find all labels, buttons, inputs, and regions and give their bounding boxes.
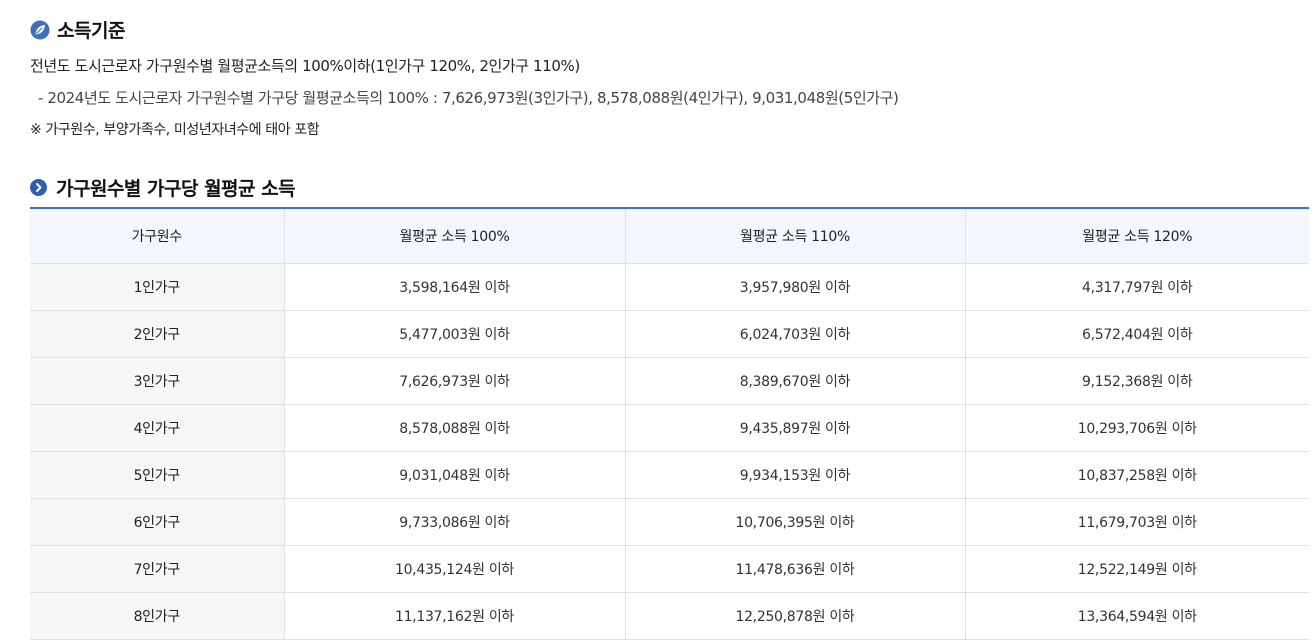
household-size-cell: 4인가구 [30, 404, 284, 452]
income-100-cell: 10,435,124원 이하 [283, 545, 625, 593]
table-row: 8인가구 11,137,162원 이하 12,250,878원 이하 13,36… [30, 592, 1309, 640]
income-100-cell: 5,477,003원 이하 [283, 310, 625, 358]
income-110-cell: 9,934,153원 이하 [624, 451, 965, 499]
column-header-income-110: 월평균 소득 110% [624, 208, 965, 264]
household-size-cell: 1인가구 [30, 263, 284, 311]
criteria-description: 전년도 도시근로자 가구원수별 월평균소득의 100%이하(1인가구 120%,… [30, 57, 580, 75]
column-header-income-120: 월평균 소득 120% [964, 208, 1309, 264]
income-120-cell: 4,317,797원 이하 [964, 263, 1309, 311]
criteria-note: ※ 가구원수, 부양가족수, 미성년자녀수에 태아 포함 [30, 122, 320, 138]
table-row: 4인가구 8,578,088원 이하 9,435,897원 이하 10,293,… [30, 404, 1309, 452]
income-100-cell: 9,733,086원 이하 [283, 498, 625, 546]
household-size-cell: 2인가구 [30, 310, 284, 358]
income-120-cell: 13,364,594원 이하 [964, 592, 1309, 640]
income-100-cell: 8,578,088원 이하 [283, 404, 625, 452]
income-100-cell: 9,031,048원 이하 [283, 451, 625, 499]
income-110-cell: 3,957,980원 이하 [624, 263, 965, 311]
household-size-cell: 6인가구 [30, 498, 284, 546]
income-100-cell: 7,626,973원 이하 [283, 357, 625, 405]
income-110-cell: 8,389,670원 이하 [624, 357, 965, 405]
income-120-cell: 6,572,404원 이하 [964, 310, 1309, 358]
income-120-cell: 12,522,149원 이하 [964, 545, 1309, 593]
income-table: 가구원수 월평균 소득 100% 월평균 소득 110% 월평균 소득 120%… [30, 207, 1309, 640]
section-title: 가구원수별 가구당 월평균 소득 [56, 178, 296, 200]
column-header-household-size: 가구원수 [30, 208, 284, 264]
household-size-cell: 8인가구 [30, 592, 284, 640]
income-100-cell: 11,137,162원 이하 [283, 592, 625, 640]
table-row: 3인가구 7,626,973원 이하 8,389,670원 이하 9,152,3… [30, 357, 1309, 405]
table-row: 7인가구 10,435,124원 이하 11,478,636원 이하 12,52… [30, 545, 1309, 593]
income-110-cell: 6,024,703원 이하 [624, 310, 965, 358]
income-criteria-page: 소득기준 전년도 도시근로자 가구원수별 월평균소득의 100%이하(1인가구 … [0, 0, 1316, 642]
table-row: 6인가구 9,733,086원 이하 10,706,395원 이하 11,679… [30, 498, 1309, 546]
criteria-detail: - 2024년도 도시근로자 가구원수별 가구당 월평균소득의 100% : 7… [38, 89, 899, 107]
table-row: 1인가구 3,598,164원 이하 3,957,980원 이하 4,317,7… [30, 263, 1309, 311]
household-size-cell: 3인가구 [30, 357, 284, 405]
income-110-cell: 9,435,897원 이하 [624, 404, 965, 452]
section-title: 소득기준 [57, 20, 125, 42]
table-header-row: 가구원수 월평균 소득 100% 월평균 소득 110% 월평균 소득 120% [30, 208, 1309, 264]
section-heading-income-table: 가구원수별 가구당 월평균 소득 [30, 174, 296, 201]
household-size-cell: 5인가구 [30, 451, 284, 499]
household-size-cell: 7인가구 [30, 545, 284, 593]
income-110-cell: 11,478,636원 이하 [624, 545, 965, 593]
income-120-cell: 10,293,706원 이하 [964, 404, 1309, 452]
income-120-cell: 10,837,258원 이하 [964, 451, 1309, 499]
income-120-cell: 9,152,368원 이하 [964, 357, 1309, 405]
circle-arrow-icon [30, 179, 47, 196]
column-header-income-100: 월평균 소득 100% [283, 208, 625, 264]
table-row: 5인가구 9,031,048원 이하 9,934,153원 이하 10,837,… [30, 451, 1309, 499]
income-100-cell: 3,598,164원 이하 [283, 263, 625, 311]
leaf-icon [30, 20, 50, 40]
income-110-cell: 12,250,878원 이하 [624, 592, 965, 640]
section-heading-income-criteria: 소득기준 [30, 16, 125, 43]
income-120-cell: 11,679,703원 이하 [964, 498, 1309, 546]
table-row: 2인가구 5,477,003원 이하 6,024,703원 이하 6,572,4… [30, 310, 1309, 358]
income-110-cell: 10,706,395원 이하 [624, 498, 965, 546]
